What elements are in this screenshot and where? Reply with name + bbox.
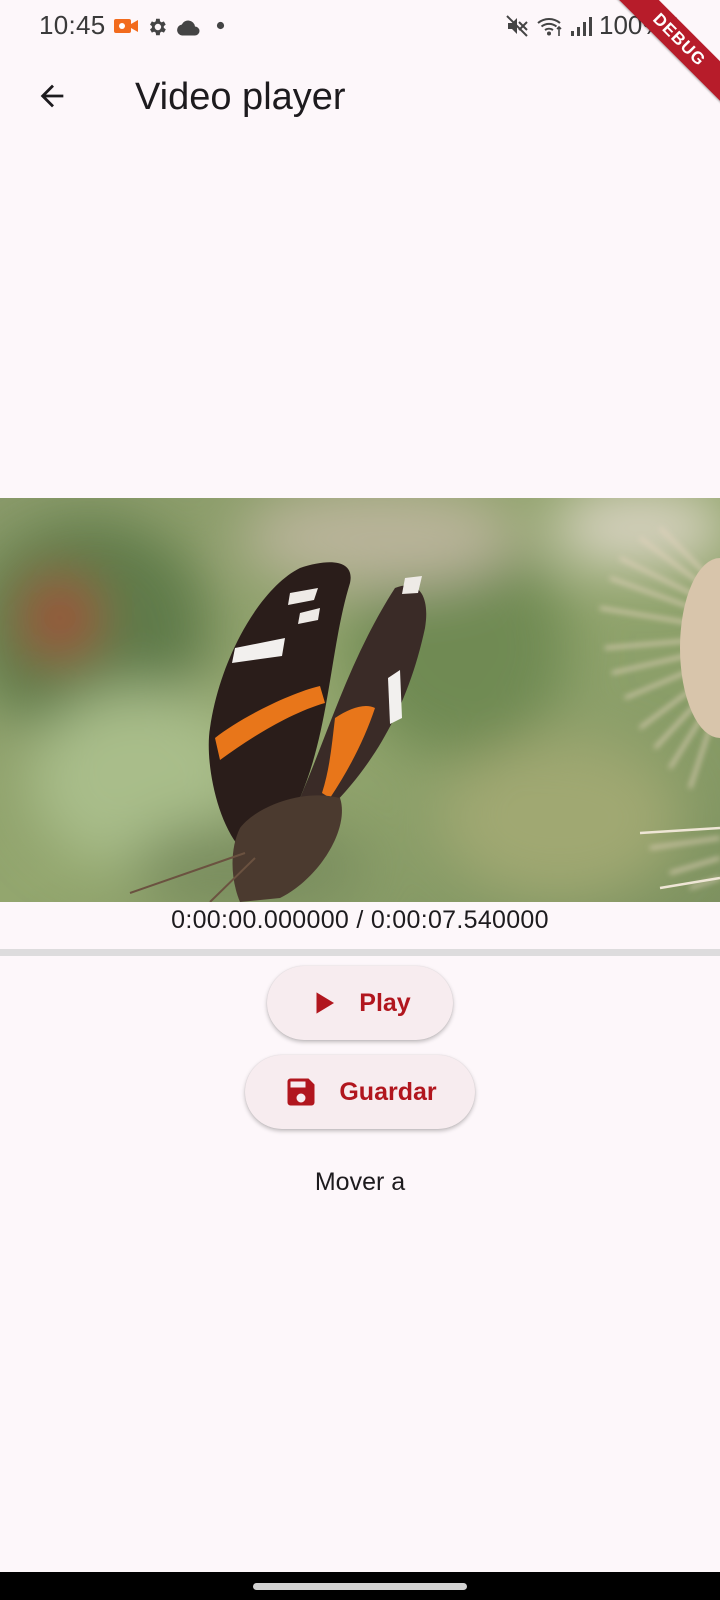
play-icon <box>309 988 339 1018</box>
battery-percent: 100% <box>599 10 666 40</box>
back-button[interactable] <box>28 72 76 120</box>
progress-bar[interactable] <box>0 949 720 956</box>
status-bar: 10:45 100% <box>0 0 720 52</box>
app-bar: Video player <box>0 52 720 148</box>
video-player[interactable] <box>0 498 720 902</box>
video-frame-image <box>0 498 720 902</box>
battery-icon <box>665 15 677 37</box>
home-indicator[interactable] <box>253 1583 467 1590</box>
gear-icon <box>150 18 166 36</box>
cloud-icon <box>177 20 200 36</box>
save-button[interactable]: Guardar <box>245 1055 475 1129</box>
wifi-icon <box>537 18 562 36</box>
save-label: Guardar <box>339 1077 437 1106</box>
playback-time: 0:00:00.000000 / 0:00:07.540000 <box>171 906 549 934</box>
move-to-label: Mover a <box>314 1168 406 1196</box>
page-title: Video player <box>135 76 346 118</box>
save-icon <box>283 1074 319 1110</box>
signal-icon <box>571 17 592 36</box>
play-label: Play <box>359 988 411 1017</box>
navigation-bar <box>0 1572 720 1600</box>
status-time: 10:45 <box>39 10 106 40</box>
play-button[interactable]: Play <box>267 966 453 1040</box>
video-camera-icon <box>114 19 138 33</box>
mute-icon <box>506 15 528 37</box>
dot-icon <box>216 21 225 30</box>
arrow-back-icon <box>40 84 64 108</box>
